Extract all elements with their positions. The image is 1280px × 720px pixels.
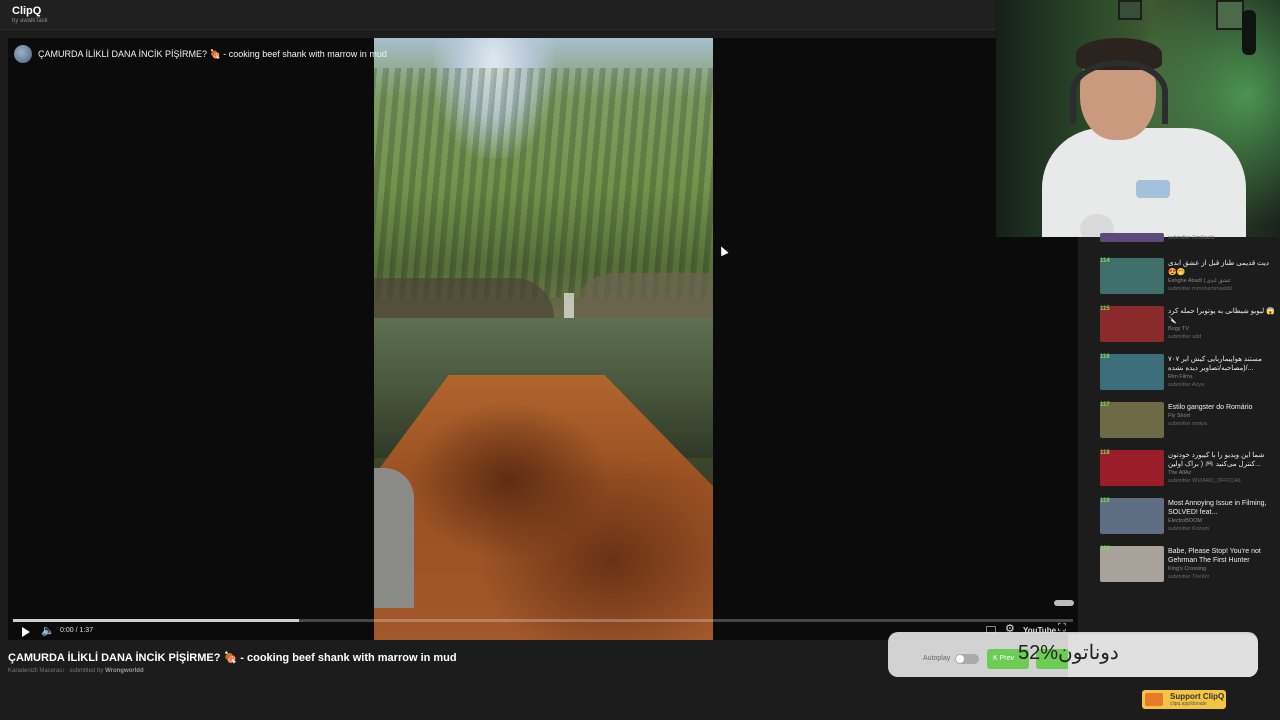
item-channel: Bogy TV bbox=[1168, 326, 1189, 332]
channel-avatar[interactable] bbox=[14, 45, 32, 63]
submitted-label: · submitted by bbox=[65, 668, 104, 674]
item-rank: 120 bbox=[1100, 546, 1111, 552]
item-channel: King's Crossing bbox=[1168, 566, 1207, 572]
list-item[interactable]: 115 لیوبو شیطانی به یوتوبرا حمله کرد 😱🔪 … bbox=[1100, 306, 1276, 346]
item-title[interactable]: دیت قدیمی طناز قبل از عشق ابدی 😍🤭 bbox=[1168, 259, 1276, 277]
item-submitter: submitter add bbox=[1168, 334, 1202, 340]
headphones-icon bbox=[1070, 60, 1168, 124]
donation-progress-text: 52%دوناتون bbox=[1018, 642, 1119, 664]
support-button[interactable]: Support ClipQ clipq.app/donate bbox=[1142, 690, 1226, 709]
channel-name[interactable]: Karadenizli Maceracı bbox=[8, 668, 64, 674]
item-channel: Rim Films bbox=[1168, 374, 1193, 380]
item-submitter: submitter WIZARD_OFFICIAL bbox=[1168, 478, 1242, 484]
player-header: ÇAMURDA İLİKLİ DANA İNCİK PİŞİRME? 🍖 - c… bbox=[14, 45, 387, 63]
volume-icon[interactable]: 🔈 bbox=[41, 624, 55, 637]
video-title: ÇAMURDA İLİKLİ DANA İNCİK PİŞİRME? 🍖 - c… bbox=[8, 652, 457, 664]
progress-bar[interactable] bbox=[13, 619, 1073, 622]
item-channel: Eshghe Abadi | عشق ابدی bbox=[1168, 278, 1231, 284]
list-item[interactable]: 114 دیت قدیمی طناز قبل از عشق ابدی 😍🤭 Es… bbox=[1100, 258, 1276, 298]
support-url: clipq.app/donate bbox=[1170, 701, 1207, 707]
video-player[interactable]: ÇAMURDA İLİKLİ DANA İNCİK PİŞİRME? 🍖 - c… bbox=[8, 38, 1078, 640]
item-submitter: submitter TheWz bbox=[1168, 574, 1210, 580]
item-submitter: submitter Kozem bbox=[1168, 526, 1210, 532]
video-rock bbox=[374, 468, 414, 608]
item-submitter: submitter mmohammaddd bbox=[1168, 286, 1232, 292]
item-title[interactable]: شما این ویدیو را با کیبورد خودتون کنترل … bbox=[1168, 451, 1276, 469]
play-icon[interactable] bbox=[22, 627, 30, 637]
gift-icon bbox=[1145, 693, 1163, 706]
autoplay-label: Autoplay bbox=[923, 655, 951, 662]
item-title[interactable]: مستند هواپیماربایی کیش ایر ۷۰۷ (مصاحبه/ت… bbox=[1168, 355, 1276, 373]
autoplay-panel: Autoplay K Prev 52%دوناتون bbox=[888, 632, 1258, 677]
item-submitter: submitter Azya bbox=[1168, 382, 1205, 388]
shirt-print bbox=[1136, 180, 1170, 198]
support-label: Support ClipQ bbox=[1170, 692, 1225, 701]
item-rank: 117 bbox=[1100, 402, 1110, 408]
item-title[interactable]: Babe, Please Stop! You're not Gehrman Th… bbox=[1168, 547, 1276, 565]
item-channel: The AllAz bbox=[1168, 470, 1192, 476]
guitar bbox=[1242, 10, 1256, 55]
progress-fill bbox=[13, 619, 300, 622]
player-video-title[interactable]: ÇAMURDA İLİKLİ DANA İNCİK PİŞİRME? 🍖 - c… bbox=[38, 49, 387, 60]
item-title[interactable]: Most Annoying Issue in Filming, SOLVED! … bbox=[1168, 499, 1276, 517]
wall-frame bbox=[1118, 0, 1142, 20]
video-thumbnail[interactable] bbox=[1100, 233, 1164, 242]
item-channel: ElectroBOOM bbox=[1168, 518, 1202, 524]
item-title[interactable]: Estilo gangster do Romário bbox=[1168, 403, 1276, 412]
item-rank: 118 bbox=[1100, 450, 1110, 456]
list-item[interactable]: 120 Babe, Please Stop! You're not Gehrma… bbox=[1100, 546, 1276, 586]
list-item[interactable]: 117 Estilo gangster do Romário Fly Short… bbox=[1100, 402, 1276, 442]
app-tagline: by awalkTask bbox=[12, 18, 48, 24]
list-item[interactable]: 119 Most Annoying Issue in Filming, SOLV… bbox=[1100, 498, 1276, 538]
item-rank: 114 bbox=[1100, 258, 1110, 264]
video-trees bbox=[374, 68, 713, 298]
item-submitter: submitter moiya bbox=[1168, 421, 1207, 427]
list-item[interactable]: 116 مستند هواپیماربایی کیش ایر ۷۰۷ (مصاح… bbox=[1100, 354, 1276, 394]
item-submitter: submitter Xmikaels bbox=[1168, 235, 1215, 241]
mouse-cursor-icon bbox=[717, 244, 729, 257]
item-rank: 115 bbox=[1100, 306, 1110, 312]
video-frame bbox=[374, 38, 713, 640]
item-title[interactable]: لیوبو شیطانی به یوتوبرا حمله کرد 😱🔪 bbox=[1168, 307, 1276, 325]
video-rocks-right bbox=[574, 273, 713, 323]
item-channel: Fly Short bbox=[1168, 413, 1191, 419]
item-rank: 119 bbox=[1100, 498, 1110, 504]
list-item[interactable]: submitter Xmikaels bbox=[1100, 233, 1276, 245]
top-bar: ClipQ by awalkTask bbox=[0, 0, 1090, 30]
autoplay-toggle[interactable] bbox=[955, 654, 979, 664]
item-rank: 116 bbox=[1100, 354, 1110, 360]
video-meta: Karadenizli Maceracı · submitted by Wron… bbox=[8, 668, 144, 674]
toggle-knob bbox=[956, 655, 964, 663]
time-display: 0:00 / 1:37 bbox=[60, 627, 94, 634]
list-item[interactable]: 118 شما این ویدیو را با کیبورد خودتون کن… bbox=[1100, 450, 1276, 490]
player-badge bbox=[1054, 600, 1074, 606]
app-logo[interactable]: ClipQ bbox=[12, 5, 41, 17]
wall-frame bbox=[1216, 0, 1244, 30]
submitter-name[interactable]: Wrongworldd bbox=[105, 668, 144, 674]
webcam-overlay bbox=[996, 0, 1280, 237]
